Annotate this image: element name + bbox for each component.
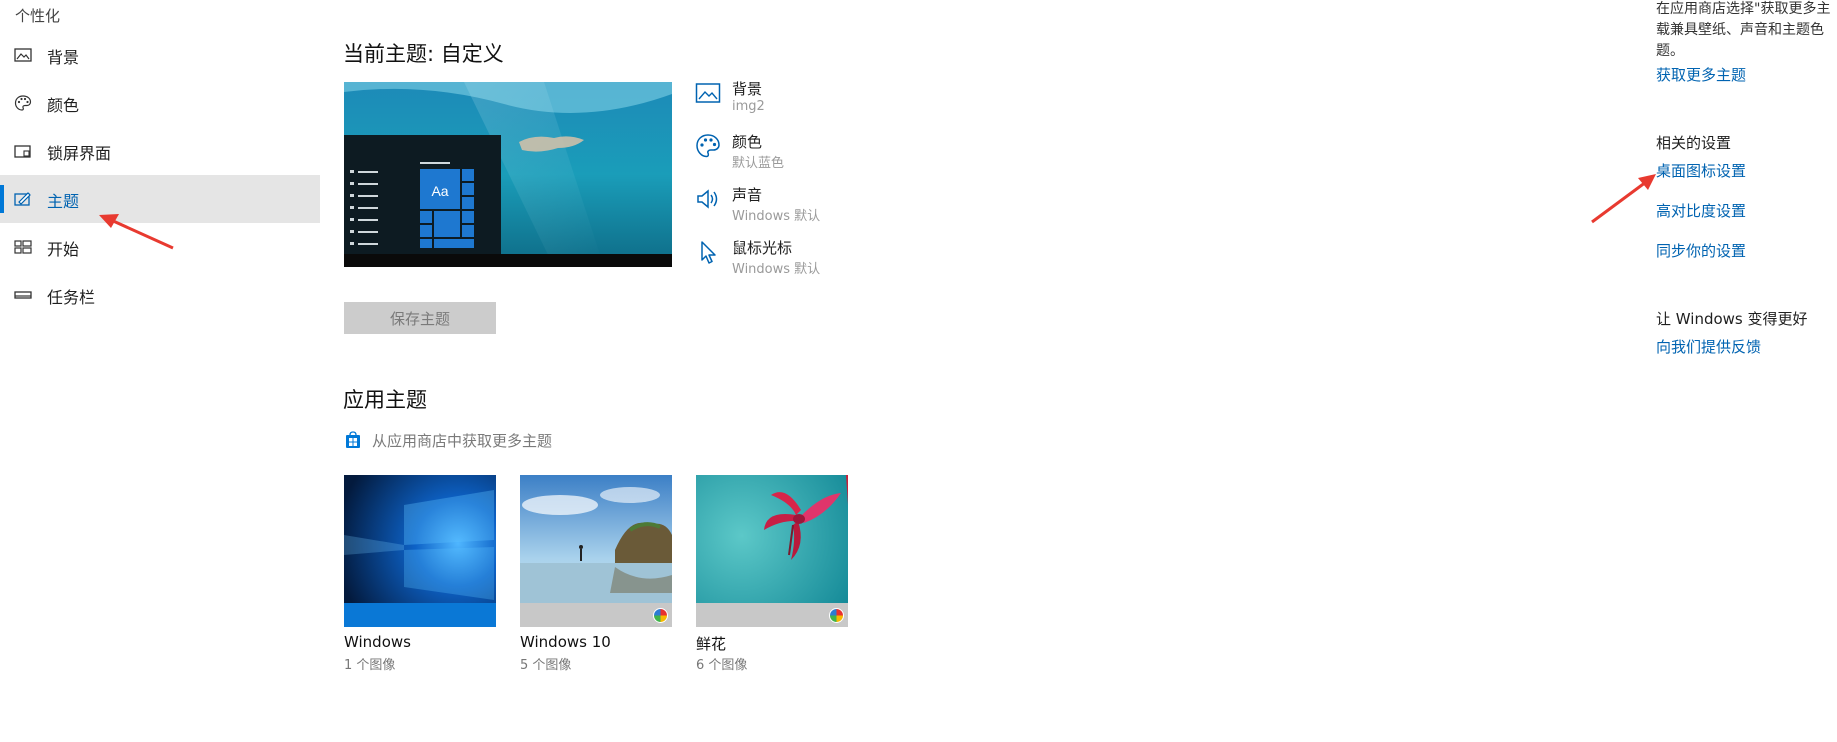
- theme-name: 鲜花: [696, 635, 727, 653]
- palette-icon: [14, 95, 32, 111]
- summary-name: 鼠标光标: [732, 239, 793, 257]
- summary-cursor[interactable]: 鼠标光标 Windows 默认: [695, 237, 955, 287]
- summary-sound[interactable]: 声音 Windows 默认: [695, 184, 955, 234]
- start-grid-icon: [14, 240, 32, 254]
- sidebar-item-colors[interactable]: 颜色: [0, 79, 320, 127]
- get-more-themes-store-link[interactable]: 从应用商店中获取更多主题: [344, 429, 552, 451]
- summary-color[interactable]: 颜色 默认蓝色: [695, 131, 955, 181]
- related-settings-title: 相关的设置: [1656, 134, 1732, 152]
- theme-card-windows[interactable]: Windows 1 个图像: [344, 475, 496, 675]
- sidebar-item-label: 背景: [47, 48, 80, 67]
- theme-name: Windows 10: [520, 633, 611, 651]
- right-info-panel: 在应用商店选择"获取更多主 载兼具壁纸、声音和主题色 题。 获取更多主题 相关的…: [1656, 0, 1837, 742]
- picture-icon: [14, 48, 32, 62]
- theme-accent-bar: [520, 603, 672, 627]
- save-theme-button[interactable]: 保存主题: [344, 302, 496, 334]
- theme-card-windows-10[interactable]: Windows 10 5 个图像: [520, 475, 672, 675]
- lock-screen-icon: [14, 145, 31, 158]
- themes-intro-line: 载兼具壁纸、声音和主题色: [1656, 22, 1824, 38]
- preview-tile-text: Aa: [431, 183, 448, 199]
- apply-theme-title: 应用主题: [343, 388, 427, 412]
- high-contrast-settings-link[interactable]: 高对比度设置: [1656, 200, 1746, 221]
- summary-name: 颜色: [732, 133, 763, 151]
- theme-image-count: 6 个图像: [696, 658, 748, 673]
- multicolor-badge-icon: [653, 608, 668, 623]
- sidebar-item-label: 颜色: [47, 96, 80, 115]
- picture-icon: [695, 83, 721, 103]
- sidebar-item-background[interactable]: 背景: [0, 31, 320, 79]
- theme-image-count: 5 个图像: [520, 658, 572, 673]
- summary-value: Windows 默认: [732, 262, 821, 277]
- sidebar-title: 个性化: [15, 7, 61, 25]
- store-link-label: 从应用商店中获取更多主题: [372, 431, 553, 450]
- summary-value: 默认蓝色: [732, 156, 785, 171]
- store-bag-icon: [346, 431, 360, 448]
- taskbar-icon: [14, 291, 32, 299]
- sidebar-item-label: 任务栏: [47, 288, 96, 307]
- theme-brush-icon: [14, 192, 31, 206]
- sidebar-item-taskbar[interactable]: 任务栏: [0, 271, 320, 319]
- cursor-icon: [701, 241, 716, 264]
- sync-settings-link[interactable]: 同步你的设置: [1656, 240, 1746, 261]
- theme-card-flowers[interactable]: 鲜花 6 个图像: [696, 475, 848, 675]
- sidebar-item-label: 锁屏界面: [47, 144, 112, 163]
- summary-name: 声音: [732, 186, 763, 204]
- sidebar-item-label: 开始: [47, 240, 80, 259]
- desktop-icon-settings-link[interactable]: 桌面图标设置: [1656, 160, 1746, 181]
- feedback-link[interactable]: 向我们提供反馈: [1656, 336, 1761, 357]
- feedback-title: 让 Windows 变得更好: [1656, 310, 1808, 328]
- get-more-themes-link[interactable]: 获取更多主题: [1656, 64, 1746, 85]
- preview-wallpaper-image: Aa: [344, 82, 672, 267]
- sidebar-item-lock-screen[interactable]: 锁屏界面: [0, 127, 320, 175]
- sidebar-item-label: 主题: [47, 192, 80, 211]
- theme-image-count: 1 个图像: [344, 658, 396, 673]
- annotation-arrow-right: [1591, 174, 1656, 224]
- palette-icon: [696, 134, 720, 158]
- current-theme-preview: Aa: [344, 82, 672, 267]
- current-theme-title: 当前主题: 自定义: [343, 42, 504, 66]
- multicolor-badge-icon: [829, 608, 844, 623]
- summary-value: img2: [732, 99, 765, 114]
- summary-name: 背景: [732, 80, 763, 98]
- theme-name: Windows: [344, 633, 411, 651]
- themes-intro-line: 在应用商店选择"获取更多主: [1656, 1, 1831, 17]
- theme-accent-bar: [344, 603, 496, 627]
- speaker-icon: [697, 189, 718, 209]
- themes-intro-line: 题。: [1656, 43, 1684, 59]
- annotation-arrow-left: [99, 214, 174, 250]
- theme-accent-bar: [696, 603, 848, 627]
- summary-background[interactable]: 背景 img2: [695, 78, 955, 128]
- sidebar: 个性化 背景 颜色 锁屏界面 主题 开始 任务栏: [0, 0, 320, 742]
- summary-value: Windows 默认: [732, 209, 821, 224]
